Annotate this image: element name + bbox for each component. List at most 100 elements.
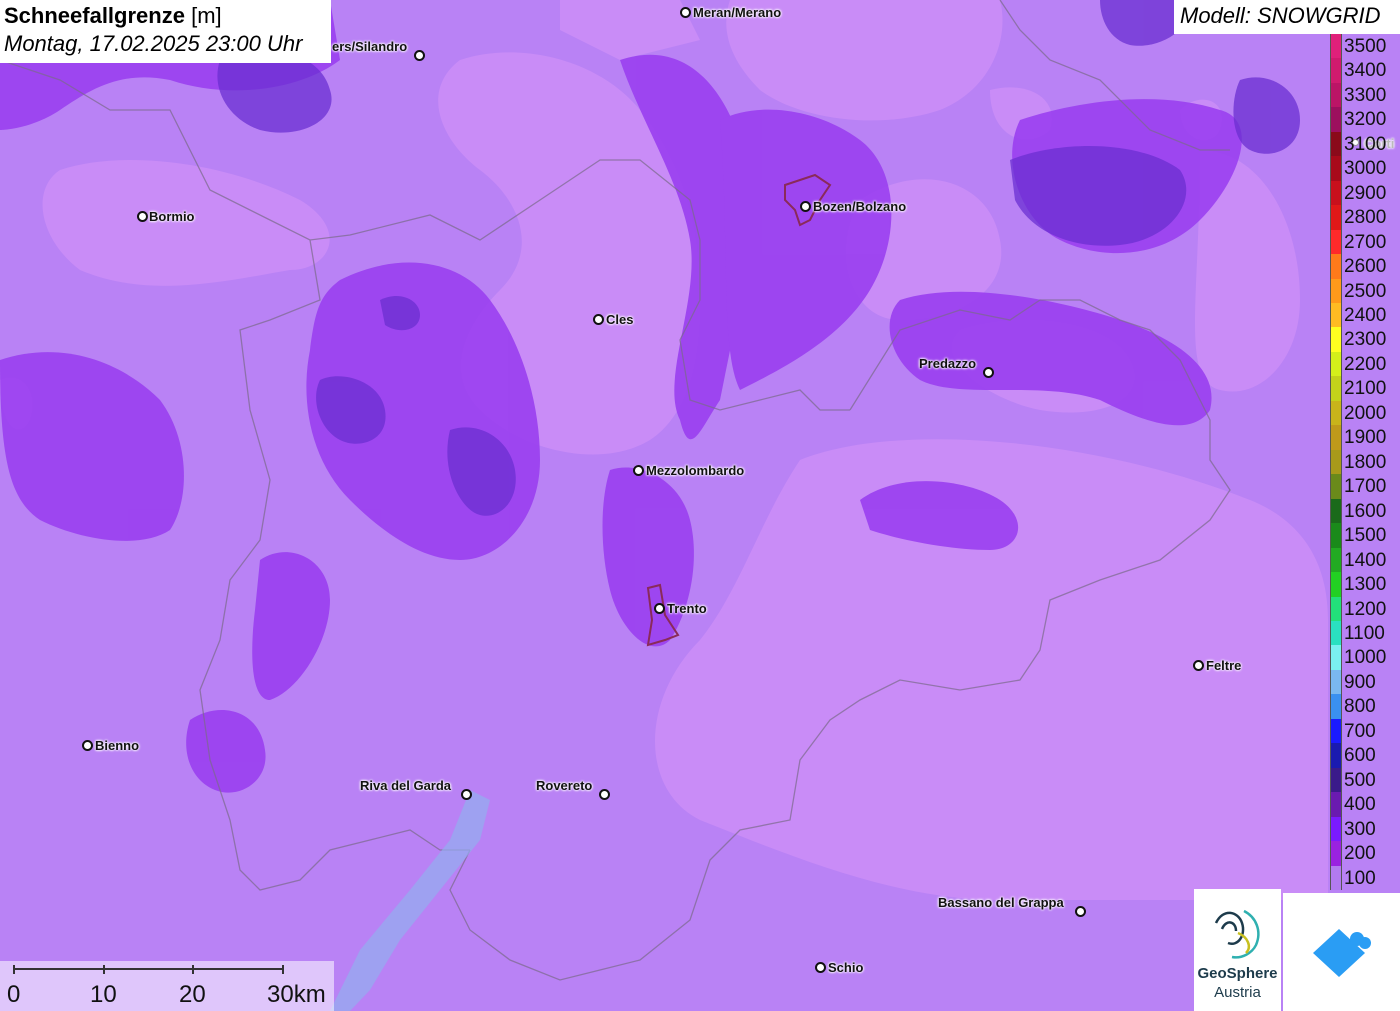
legend-label: 3200 — [1344, 109, 1387, 131]
legend-label: 1600 — [1344, 500, 1387, 522]
legend-swatch — [1330, 156, 1342, 181]
legend-row-900: 900 — [1328, 669, 1400, 695]
legend-swatch — [1330, 572, 1342, 597]
legend-label: 3100 — [1344, 133, 1387, 155]
legend-swatch — [1330, 645, 1342, 670]
legend-label: 2200 — [1344, 353, 1387, 375]
legend-swatch — [1330, 229, 1342, 255]
legend-swatch — [1330, 816, 1342, 842]
legend-row-3100: 3100 — [1328, 131, 1400, 157]
legend-row-1800: 1800 — [1328, 449, 1400, 475]
legend-label: 1700 — [1344, 476, 1387, 498]
legend-row-3500: 3500 — [1328, 34, 1400, 59]
legend-label: 1100 — [1344, 622, 1385, 644]
legend-label: 500 — [1344, 769, 1376, 791]
legend-swatch — [1330, 596, 1342, 621]
model-label: Modell: SNOWGRID — [1174, 0, 1400, 34]
legend-label: 400 — [1344, 794, 1376, 816]
legend-swatch — [1330, 865, 1342, 890]
legend-row-200: 200 — [1328, 841, 1400, 866]
legend-swatch — [1330, 82, 1342, 108]
legend-swatch — [1330, 34, 1342, 59]
legend-label: 1900 — [1344, 427, 1387, 449]
cloud-diamond-icon — [1313, 929, 1371, 977]
legend-label: 1400 — [1344, 549, 1387, 571]
legend-swatch — [1330, 767, 1342, 793]
legend-label: 2300 — [1344, 329, 1387, 351]
scale-label-0: 0 — [7, 981, 21, 1008]
legend-swatch — [1330, 254, 1342, 279]
legend-swatch — [1330, 449, 1342, 475]
legend-swatch — [1330, 694, 1342, 719]
legend-label: 100 — [1344, 867, 1376, 889]
legend-swatch — [1330, 327, 1342, 352]
legend-swatch — [1330, 131, 1342, 157]
legend-row-1500: 1500 — [1328, 523, 1400, 548]
legend-row-3300: 3300 — [1328, 82, 1400, 108]
legend-row-700: 700 — [1328, 718, 1400, 744]
legend-swatch — [1330, 107, 1342, 132]
legend-row-1400: 1400 — [1328, 547, 1400, 573]
legend-row-1900: 1900 — [1328, 425, 1400, 450]
legend-label: 3000 — [1344, 158, 1387, 180]
legend-label: 200 — [1344, 843, 1376, 865]
legend-label: 700 — [1344, 720, 1376, 742]
scale-label-30km: 30km — [267, 981, 326, 1008]
legend-label: 2100 — [1344, 378, 1387, 400]
legend-row-800: 800 — [1328, 694, 1400, 719]
legend-label: 3300 — [1344, 84, 1387, 106]
legend-label: 2700 — [1344, 231, 1387, 253]
legend-label: 1200 — [1344, 598, 1387, 620]
color-legend: 3500 3400 3300 3200 3100 3000 2900 2800 2700 2600… — [1328, 34, 1400, 890]
logo-line1: GeoSphere — [1197, 965, 1278, 982]
legend-swatch — [1330, 547, 1342, 573]
legend-row-600: 600 — [1328, 743, 1400, 768]
legend-label: 2600 — [1344, 256, 1387, 278]
legend-swatch — [1330, 58, 1342, 83]
legend-label: 2400 — [1344, 305, 1387, 327]
legend-row-500: 500 — [1328, 767, 1400, 793]
legend-label: 300 — [1344, 818, 1376, 840]
legend-row-2200: 2200 — [1328, 351, 1400, 377]
legend-swatch — [1330, 743, 1342, 768]
legend-row-100: 100 — [1328, 865, 1400, 890]
geosphere-icon — [1214, 909, 1260, 959]
logo-line2: Austria — [1214, 984, 1261, 1001]
legend-row-2800: 2800 — [1328, 205, 1400, 230]
geosphere-logo[interactable]: GeoSphere Austria — [1194, 889, 1281, 1011]
legend-row-300: 300 — [1328, 816, 1400, 842]
legend-label: 2800 — [1344, 207, 1387, 229]
legend-row-1600: 1600 — [1328, 498, 1400, 524]
legend-label: 2000 — [1344, 402, 1387, 424]
legend-swatch — [1330, 718, 1342, 744]
legend-swatch — [1330, 205, 1342, 230]
legend-row-2500: 2500 — [1328, 278, 1400, 304]
legend-row-2100: 2100 — [1328, 376, 1400, 401]
legend-swatch — [1330, 620, 1342, 646]
scale-label-10: 10 — [90, 981, 117, 1008]
legend-label: 1300 — [1344, 574, 1387, 596]
legend-row-2400: 2400 — [1328, 303, 1400, 328]
legend-label: 2900 — [1344, 182, 1387, 204]
legend-label: 1800 — [1344, 451, 1387, 473]
snowfall-line-map[interactable] — [0, 0, 1400, 1011]
legend-label: 3400 — [1344, 60, 1387, 82]
legend-swatch — [1330, 278, 1342, 304]
legend-label: 1000 — [1344, 647, 1387, 669]
app-logo[interactable] — [1283, 893, 1400, 1011]
legend-swatch — [1330, 180, 1342, 206]
legend-row-2300: 2300 — [1328, 327, 1400, 352]
legend-row-3000: 3000 — [1328, 156, 1400, 181]
legend-label: 800 — [1344, 696, 1376, 718]
legend-row-3200: 3200 — [1328, 107, 1400, 132]
map-title: Schneefallgrenze [m] — [4, 3, 222, 28]
legend-row-2600: 2600 — [1328, 254, 1400, 279]
legend-row-1700: 1700 — [1328, 474, 1400, 499]
legend-row-1000: 1000 — [1328, 645, 1400, 670]
legend-row-2900: 2900 — [1328, 180, 1400, 206]
scale-bar: 0 10 20 30km — [0, 961, 334, 1011]
legend-label: 600 — [1344, 745, 1376, 767]
legend-row-3400: 3400 — [1328, 58, 1400, 83]
legend-swatch — [1330, 400, 1342, 426]
legend-row-2000: 2000 — [1328, 400, 1400, 426]
